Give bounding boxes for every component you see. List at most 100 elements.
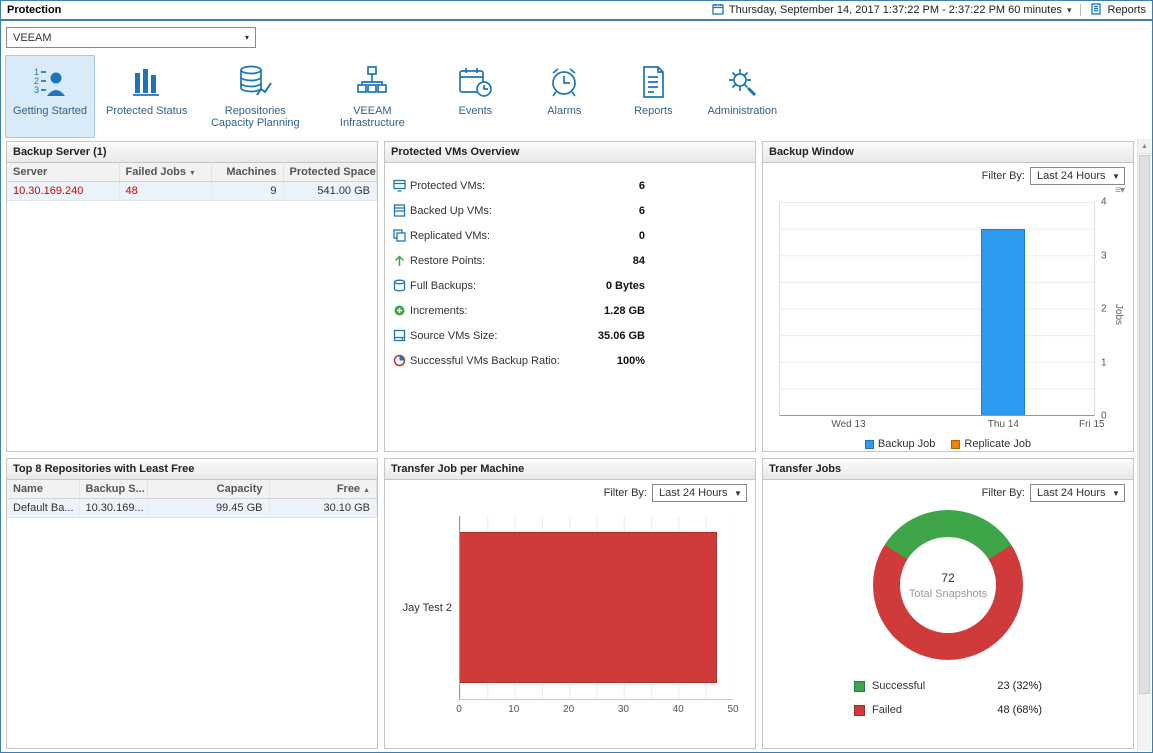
filter-select[interactable]: Last 24 Hours ▼ — [1030, 167, 1125, 185]
legend-swatch — [854, 705, 865, 716]
filter-row: Filter By: Last 24 Hours ▼ — [763, 163, 1133, 185]
column-header-free[interactable]: Free▲ — [269, 480, 377, 499]
failed-jobs-cell: 48 — [119, 182, 211, 201]
x-tick: Wed 13 — [831, 419, 865, 430]
sort-desc-icon: ▼ — [189, 170, 196, 177]
column-header-protected-space[interactable]: Protected Space — [283, 163, 377, 182]
stat-label: Source VMs Size: — [410, 330, 497, 342]
getting-started-icon: 1 2 3 — [32, 62, 68, 102]
toolbar-item-label: VEEAM Infrastructure — [323, 105, 421, 129]
column-header-backup-server[interactable]: Backup S... — [79, 480, 147, 499]
repo-server-cell: 10.30.169... — [79, 499, 147, 518]
stat-label: Replicated VMs: — [410, 230, 490, 242]
transfer-job-plot — [459, 516, 733, 700]
panel-backup-window: Backup Window Filter By: Last 24 Hours ▼… — [762, 141, 1134, 452]
panel-title: Backup Window — [763, 142, 1133, 163]
filter-by-label: Filter By: — [604, 487, 647, 499]
events-icon — [457, 62, 493, 102]
backup-server-table: Server Failed Jobs▼ Machines Protected S… — [7, 163, 377, 201]
toolbar-item-label: Protected Status — [106, 105, 187, 117]
panel-title: Top 8 Repositories with Least Free — [7, 459, 377, 480]
chevron-down-icon: ▾ — [239, 33, 255, 42]
alarms-icon — [546, 62, 582, 102]
filter-select[interactable]: Last 24 Hours ▼ — [1030, 484, 1125, 502]
toolbar-item-getting-started[interactable]: 1 2 3 Getting Started — [5, 55, 95, 138]
backup-window-chart: 4 3 2 1 0 Jobs Wed 13 Thu 14 Fri 15 — [779, 202, 1095, 416]
protected-vms-icon — [393, 179, 410, 192]
y-axis-label: Jobs — [1113, 304, 1124, 325]
stat-value: 6 — [639, 205, 645, 217]
x-tick: 20 — [563, 704, 574, 715]
x-tick: 40 — [673, 704, 684, 715]
column-header-name[interactable]: Name — [7, 480, 79, 499]
stat-row: Protected VMs: 6 — [393, 173, 645, 198]
stat-value: 6 — [639, 180, 645, 192]
column-header-capacity[interactable]: Capacity — [147, 480, 269, 499]
reports-page-icon — [635, 62, 671, 102]
toolbar-item-label: Administration — [707, 105, 777, 117]
toolbar-item-events[interactable]: Events — [432, 55, 518, 138]
protected-space-cell: 541.00 GB — [283, 182, 377, 201]
chart-legend: Successful 23 (32%) Failed 48 (68%) — [854, 680, 1042, 716]
toolbar-item-protected-status[interactable]: Protected Status — [98, 55, 195, 138]
scope-select[interactable]: VEEAM ▾ — [6, 27, 256, 48]
legend-swatch — [865, 440, 874, 449]
toolbar-item-alarms[interactable]: Alarms — [521, 55, 607, 138]
filter-by-label: Filter By: — [982, 170, 1025, 182]
backup-window-plot — [779, 202, 1095, 416]
repo-capacity-cell: 99.45 GB — [147, 499, 269, 518]
stat-label: Full Backups: — [410, 280, 476, 292]
toolbar-item-reports[interactable]: Reports — [610, 55, 696, 138]
scope-row: VEEAM ▾ — [1, 21, 1152, 52]
stat-label: Successful VMs Backup Ratio: — [410, 355, 560, 367]
panel-title: Backup Server (1) — [7, 142, 377, 163]
protected-status-icon — [130, 62, 164, 102]
chevron-down-icon[interactable]: ▾ — [1067, 5, 1072, 16]
repositories-capacity-icon — [237, 62, 273, 102]
legend-value: 48 (68%) — [997, 704, 1042, 716]
stat-row: Source VMs Size: 35.06 GB — [393, 323, 645, 348]
panel-title: Transfer Job per Machine — [385, 459, 755, 480]
sort-asc-icon: ▲ — [363, 487, 370, 494]
toolbar-item-label: Getting Started — [13, 105, 87, 117]
scrollbar-thumb[interactable] — [1139, 155, 1150, 694]
donut-center-value: 72 — [941, 571, 954, 585]
panel-top-repositories: Top 8 Repositories with Least Free Name … — [6, 458, 378, 749]
toolbar-item-repositories-capacity-planning[interactable]: Repositories Capacity Planning — [198, 55, 312, 138]
donut-center-label: Total Snapshots — [909, 588, 987, 600]
time-range-selector[interactable]: Thursday, September 14, 2017 1:37:22 PM … — [729, 4, 1062, 16]
repo-free-cell: 30.10 GB — [269, 499, 377, 518]
vertical-scrollbar[interactable]: ▲ — [1137, 139, 1151, 751]
filter-row: Filter By: Last 24 Hours ▼ — [385, 480, 755, 502]
panel-transfer-job-per-machine: Transfer Job per Machine Filter By: Last… — [384, 458, 756, 749]
toolbar-item-veeam-infrastructure[interactable]: VEEAM Infrastructure — [315, 55, 429, 138]
increments-icon — [393, 304, 410, 317]
toolbar-item-administration[interactable]: Administration — [699, 55, 785, 138]
scroll-up-icon[interactable]: ▲ — [1138, 139, 1151, 154]
column-header-server[interactable]: Server — [7, 163, 119, 182]
stat-value: 0 Bytes — [606, 280, 645, 292]
stat-row: Successful VMs Backup Ratio: 100% — [393, 348, 645, 373]
toolbar: 1 2 3 Getting Started Protected Status R… — [1, 52, 1152, 140]
reports-icon — [1090, 3, 1102, 18]
filter-row: Filter By: Last 24 Hours ▼ — [763, 480, 1133, 502]
y-tick: 1 — [1101, 357, 1117, 368]
filter-value: Last 24 Hours — [1037, 487, 1105, 499]
reports-button[interactable]: Reports — [1107, 4, 1146, 16]
select-arrow-icon: ▼ — [730, 489, 746, 498]
stat-row: Increments: 1.28 GB — [393, 298, 645, 323]
stat-value: 84 — [633, 255, 645, 267]
column-header-machines[interactable]: Machines — [211, 163, 283, 182]
column-header-failed-jobs[interactable]: Failed Jobs▼ — [119, 163, 211, 182]
legend-item-successful: Successful 23 (32%) — [854, 680, 1042, 692]
server-link[interactable]: 10.30.169.240 — [7, 182, 119, 201]
stat-row: Backed Up VMs: 6 — [393, 198, 645, 223]
legend-item-failed: Failed 48 (68%) — [854, 704, 1042, 716]
backup-ratio-icon — [393, 354, 410, 367]
table-row[interactable]: 10.30.169.240 48 9 541.00 GB — [7, 182, 377, 201]
table-row[interactable]: Default Ba... 10.30.169... 99.45 GB 30.1… — [7, 499, 377, 518]
stat-row: Full Backups: 0 Bytes — [393, 273, 645, 298]
stat-value: 100% — [617, 355, 645, 367]
stat-value: 35.06 GB — [598, 330, 645, 342]
filter-select[interactable]: Last 24 Hours ▼ — [652, 484, 747, 502]
